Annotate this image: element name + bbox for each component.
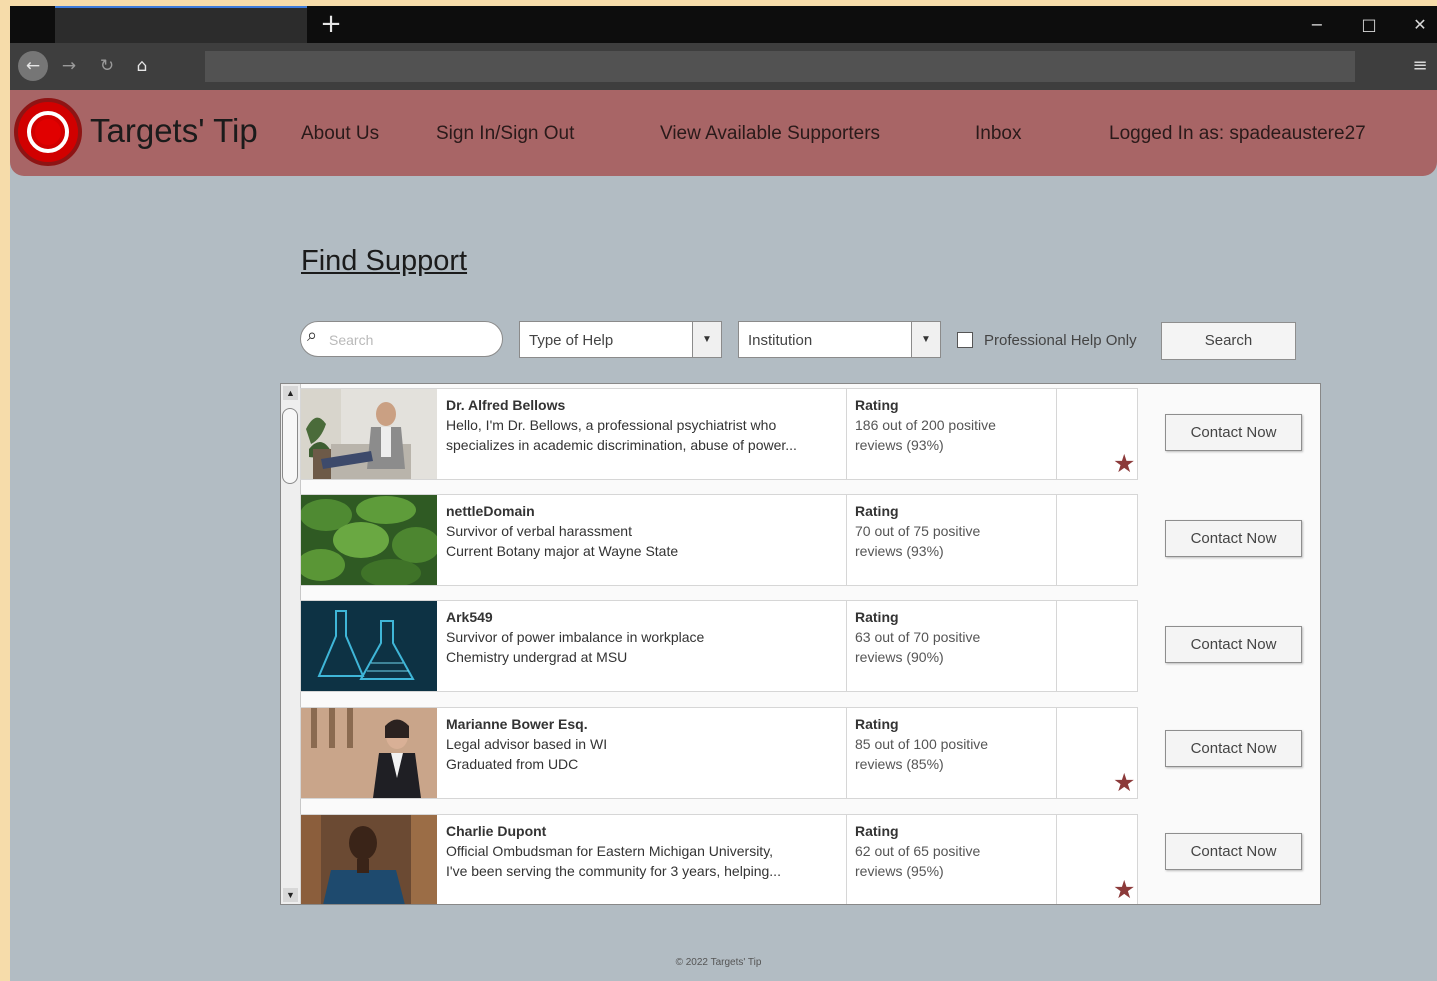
rating-title: Rating bbox=[855, 716, 899, 732]
brand-name[interactable]: Targets' Tip bbox=[90, 112, 258, 150]
home-icon[interactable]: ⌂ bbox=[127, 51, 157, 81]
supporter-name: Marianne Bower Esq. bbox=[446, 716, 588, 732]
chevron-down-icon[interactable]: ▼ bbox=[692, 322, 721, 357]
rating-line: reviews (93%) bbox=[855, 437, 944, 453]
supporter-desc-line: Survivor of verbal harassment bbox=[446, 523, 632, 539]
chevron-down-icon[interactable]: ▼ bbox=[911, 322, 940, 357]
app-window: + − □ ✕ ← → ↻ ⌂ ≡ Targets' Tip About Us … bbox=[10, 6, 1437, 981]
supporter-info: Charlie Dupont Official Ombudsman for Ea… bbox=[446, 821, 841, 881]
supporter-name: Dr. Alfred Bellows bbox=[446, 397, 566, 413]
supporter-card[interactable]: Dr. Alfred Bellows Hello, I'm Dr. Bellow… bbox=[300, 388, 1138, 480]
browser-toolbar: ← → ↻ ⌂ ≡ bbox=[10, 43, 1437, 90]
supporter-info: Ark549 Survivor of power imbalance in wo… bbox=[446, 607, 841, 667]
type-of-help-value: Type of Help bbox=[529, 332, 614, 349]
supporter-card[interactable]: Ark549 Survivor of power imbalance in wo… bbox=[300, 600, 1138, 692]
address-bar[interactable] bbox=[205, 51, 1355, 82]
page-title: Find Support bbox=[301, 245, 468, 277]
supporter-desc-line: Hello, I'm Dr. Bellows, a professional p… bbox=[446, 417, 777, 433]
search-icon: ⌕ bbox=[307, 325, 318, 346]
supporter-desc-line: I've been serving the community for 3 ye… bbox=[446, 863, 781, 879]
rating-line: 186 out of 200 positive bbox=[855, 417, 996, 433]
supporter-rating: Rating 62 out of 65 positive reviews (95… bbox=[855, 821, 1045, 881]
nav-about-us[interactable]: About Us bbox=[301, 123, 379, 145]
supporter-desc-line: Chemistry undergrad at MSU bbox=[446, 649, 628, 665]
new-tab-icon[interactable]: + bbox=[316, 9, 346, 39]
rating-title: Rating bbox=[855, 503, 899, 519]
close-window-icon[interactable]: ✕ bbox=[1400, 10, 1437, 40]
rating-line: 63 out of 70 positive bbox=[855, 629, 981, 645]
type-of-help-select[interactable]: Type of Help ▼ bbox=[519, 321, 722, 358]
footer-copyright: © 2022 Targets' Tip bbox=[675, 957, 762, 968]
institution-value: Institution bbox=[748, 332, 813, 349]
supporter-name: Ark549 bbox=[446, 609, 493, 625]
contact-now-button[interactable]: Contact Now bbox=[1165, 626, 1302, 663]
minimize-icon[interactable]: − bbox=[1297, 10, 1337, 40]
supporter-name: Charlie Dupont bbox=[446, 823, 547, 839]
contact-now-button[interactable]: Contact Now bbox=[1165, 833, 1302, 870]
professional-only-label[interactable]: Professional Help Only bbox=[984, 332, 1137, 349]
scroll-down-icon[interactable]: ▼ bbox=[283, 888, 298, 902]
scroll-up-icon[interactable]: ▲ bbox=[283, 386, 298, 400]
rating-title: Rating bbox=[855, 397, 899, 413]
results-scrollbar[interactable]: ▲ ▼ bbox=[281, 384, 301, 904]
browser-menu-icon[interactable]: ≡ bbox=[1407, 51, 1433, 81]
rating-line: reviews (90%) bbox=[855, 649, 944, 665]
target-logo-icon[interactable] bbox=[14, 98, 82, 166]
supporter-desc-line: Survivor of power imbalance in workplace bbox=[446, 629, 705, 645]
reload-icon[interactable]: ↻ bbox=[92, 51, 122, 81]
supporter-results-list[interactable]: ▲ ▼ Dr. Alfred Bellows Hello, I'm Dr. Be… bbox=[280, 383, 1321, 905]
supporter-photo bbox=[301, 815, 437, 904]
logged-in-user[interactable]: Logged In as: spadeaustere27 bbox=[1109, 123, 1366, 145]
supporter-name: nettleDomain bbox=[446, 503, 535, 519]
supporter-photo bbox=[301, 601, 437, 691]
rating-line: reviews (93%) bbox=[855, 543, 944, 559]
supporter-card[interactable]: Marianne Bower Esq. Legal advisor based … bbox=[300, 707, 1138, 799]
rating-line: 85 out of 100 positive bbox=[855, 736, 989, 752]
back-icon[interactable]: ← bbox=[18, 51, 48, 81]
contact-now-button[interactable]: Contact Now bbox=[1165, 730, 1302, 767]
contact-now-button[interactable]: Contact Now bbox=[1165, 520, 1302, 557]
rating-title: Rating bbox=[855, 609, 899, 625]
rating-line: 70 out of 75 positive bbox=[855, 523, 981, 539]
favorite-star-icon[interactable]: ★ bbox=[1113, 770, 1135, 795]
favorite-star-icon[interactable]: ★ bbox=[1113, 451, 1135, 476]
supporter-info: Marianne Bower Esq. Legal advisor based … bbox=[446, 714, 841, 774]
rating-title: Rating bbox=[855, 823, 899, 839]
rating-line: 62 out of 65 positive bbox=[855, 843, 981, 859]
nav-inbox[interactable]: Inbox bbox=[975, 123, 1021, 145]
nav-view-supporters[interactable]: View Available Supporters bbox=[660, 123, 880, 145]
supporter-rating: Rating 85 out of 100 positive reviews (8… bbox=[855, 714, 1045, 774]
search-button[interactable]: Search bbox=[1161, 322, 1296, 360]
maximize-icon[interactable]: □ bbox=[1349, 10, 1389, 40]
supporter-desc-line: Legal advisor based in WI bbox=[446, 736, 608, 752]
favorite-star-icon[interactable]: ★ bbox=[1113, 877, 1135, 902]
search-input[interactable] bbox=[327, 329, 491, 351]
rating-line: reviews (85%) bbox=[855, 756, 944, 772]
supporter-photo bbox=[301, 708, 437, 798]
professional-only-checkbox[interactable] bbox=[957, 332, 973, 348]
search-field[interactable]: ⌕ bbox=[300, 321, 503, 357]
supporter-photo bbox=[301, 495, 437, 585]
supporter-info: Dr. Alfred Bellows Hello, I'm Dr. Bellow… bbox=[446, 395, 841, 455]
supporter-rating: Rating 70 out of 75 positive reviews (93… bbox=[855, 501, 1045, 561]
supporter-desc-line: specializes in academic discrimination, … bbox=[446, 437, 797, 453]
supporter-rating: Rating 186 out of 200 positive reviews (… bbox=[855, 395, 1045, 455]
contact-now-button[interactable]: Contact Now bbox=[1165, 414, 1302, 451]
supporter-desc-line: Graduated from UDC bbox=[446, 756, 579, 772]
site-header: Targets' Tip About Us Sign In/Sign Out V… bbox=[10, 90, 1437, 176]
supporter-card[interactable]: Charlie Dupont Official Ombudsman for Ea… bbox=[300, 814, 1138, 904]
rating-line: reviews (95%) bbox=[855, 863, 944, 879]
browser-tab-strip: + − □ ✕ bbox=[10, 6, 1437, 43]
institution-select[interactable]: Institution ▼ bbox=[738, 321, 941, 358]
supporter-info: nettleDomain Survivor of verbal harassme… bbox=[446, 501, 841, 561]
scroll-thumb[interactable] bbox=[282, 408, 298, 484]
supporter-rating: Rating 63 out of 70 positive reviews (90… bbox=[855, 607, 1045, 667]
supporter-photo bbox=[301, 389, 437, 479]
supporter-card[interactable]: nettleDomain Survivor of verbal harassme… bbox=[300, 494, 1138, 586]
supporter-desc-line: Current Botany major at Wayne State bbox=[446, 543, 679, 559]
forward-icon[interactable]: → bbox=[54, 51, 84, 81]
browser-tab[interactable] bbox=[55, 6, 307, 43]
nav-sign-in-out[interactable]: Sign In/Sign Out bbox=[436, 123, 574, 145]
supporter-desc-line: Official Ombudsman for Eastern Michigan … bbox=[446, 843, 774, 859]
